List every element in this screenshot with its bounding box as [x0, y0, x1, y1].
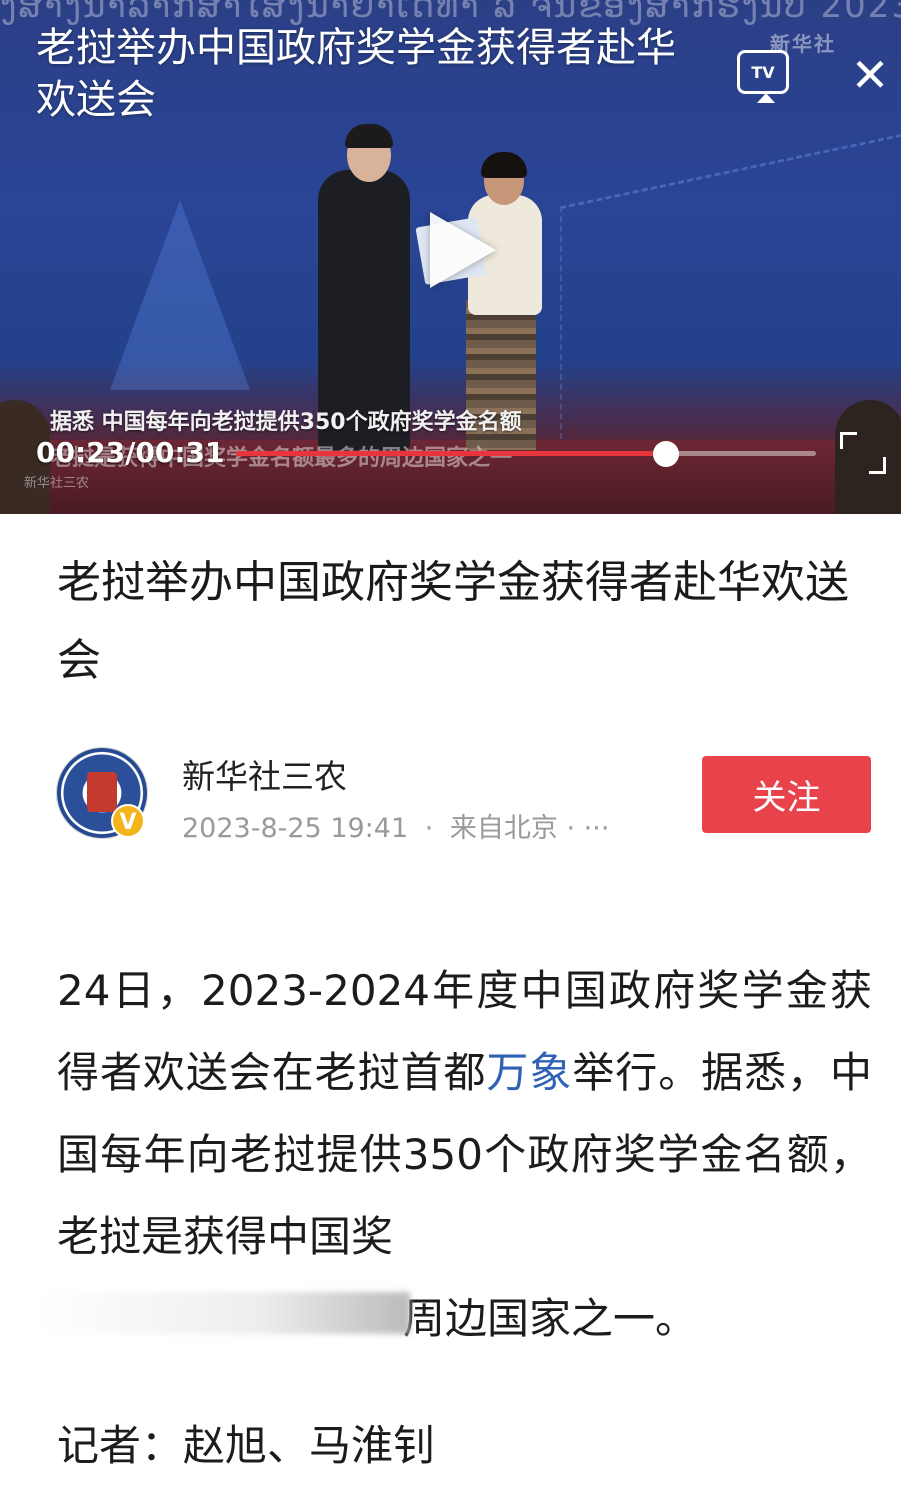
- close-button[interactable]: ✕: [846, 52, 894, 100]
- progress-bar[interactable]: [236, 441, 816, 467]
- recipient-hair: [481, 152, 527, 178]
- article-title: 老挝举办中国政府奖学金获得者赴华欢送会: [57, 557, 849, 686]
- backdrop-great-wall-shape: [560, 133, 901, 440]
- video-player[interactable]: ງສາງນາລາກສາໄສງນາຍາເດີທາ ລື ຈນຂອງສາກຮງນບ …: [0, 0, 901, 514]
- post-meta: 2023-8-25 19:41 · 来自北京 · ···: [182, 806, 609, 845]
- reporter-credit: 记者：赵旭、马淮钊: [57, 1421, 436, 1470]
- video-title: 老挝举办中国政府奖学金获得者赴华欢送会: [36, 25, 676, 123]
- play-icon[interactable]: [430, 212, 496, 288]
- fullscreen-icon: [869, 457, 886, 474]
- backdrop-temple-shape: [110, 200, 250, 390]
- post-date: 2023-8-25 19:41: [182, 813, 409, 844]
- meta-separator: ·: [424, 813, 434, 844]
- fullscreen-icon: [840, 432, 857, 449]
- follow-button[interactable]: 关注: [702, 756, 871, 833]
- playback-time: 00:23/00:31: [36, 436, 225, 469]
- progress-fill: [236, 451, 667, 456]
- tv-icon: TV: [751, 62, 775, 82]
- author-name[interactable]: 新华社三农: [182, 750, 347, 798]
- body-text-tail: 周边国家之一。: [403, 1294, 698, 1343]
- close-icon: ✕: [850, 48, 890, 102]
- location-link[interactable]: 万象: [486, 1048, 572, 1097]
- channel-watermark: 新华社三农: [24, 476, 90, 491]
- tv-cast-button[interactable]: TV: [737, 50, 789, 103]
- more-options[interactable]: · ···: [567, 813, 610, 844]
- fullscreen-button[interactable]: [840, 432, 886, 474]
- blurred-overlay: [40, 1292, 410, 1334]
- video-subtitle: 据悉 中国每年向老挝提供350个政府奖学金名额: [50, 410, 522, 435]
- presenter-hair: [345, 124, 393, 148]
- verified-badge: V: [111, 804, 145, 838]
- post-location: 来自北京: [449, 813, 558, 844]
- xinhua-logo-mark: [87, 772, 117, 812]
